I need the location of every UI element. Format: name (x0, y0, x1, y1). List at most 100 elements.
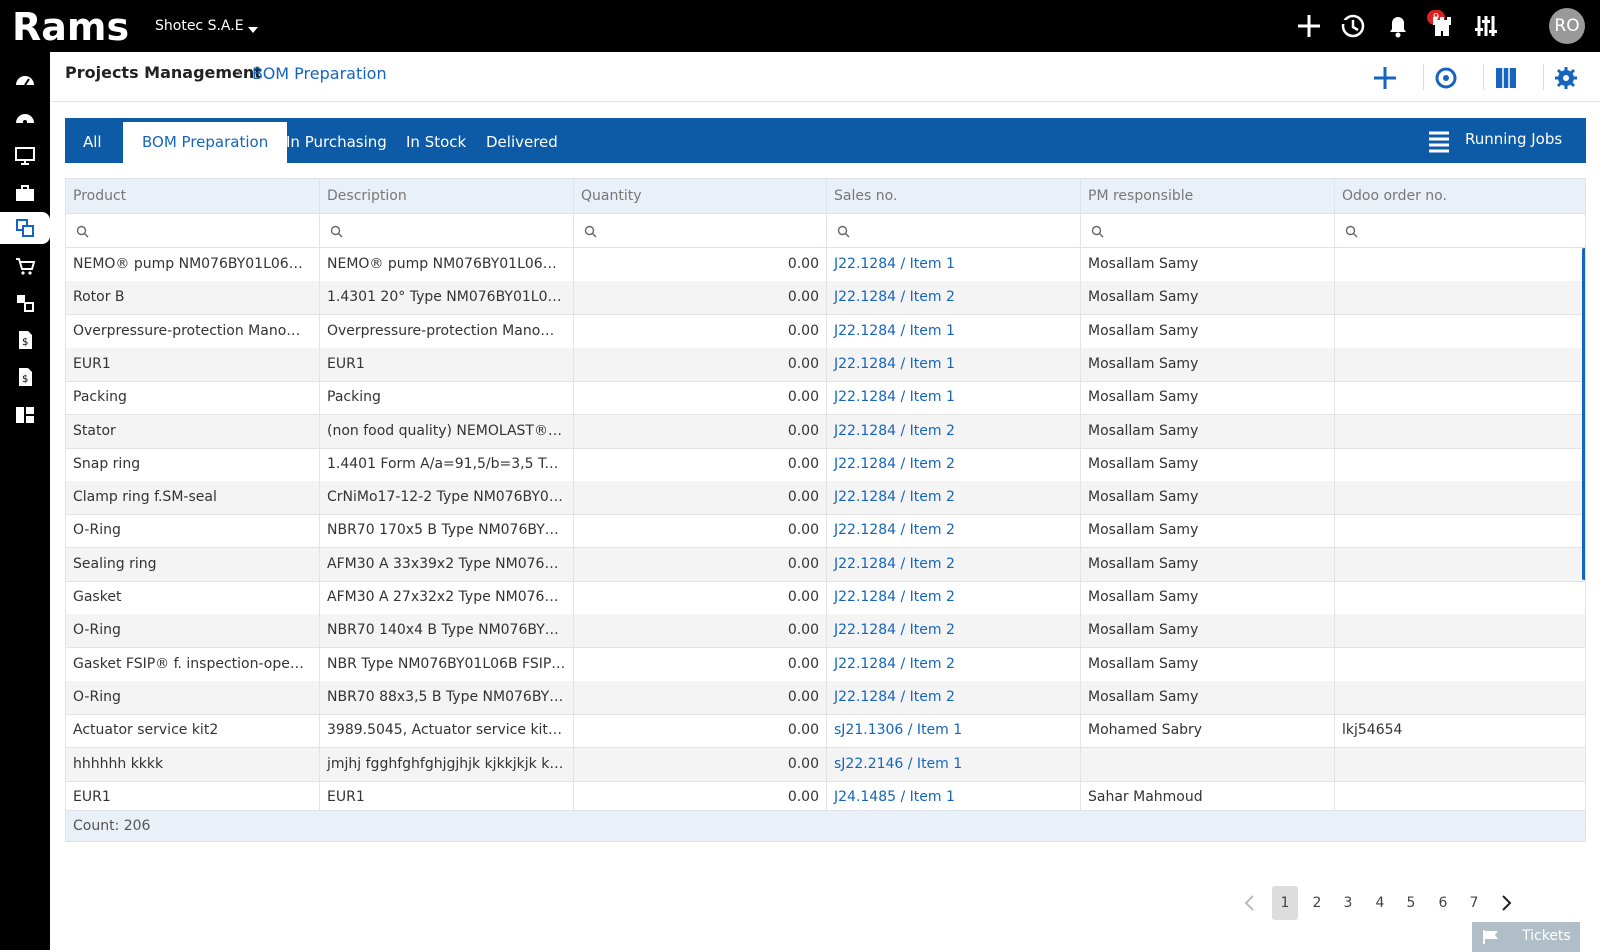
bell-icon[interactable] (1382, 10, 1414, 42)
table-row[interactable]: O-RingNBR70 88x3,5 B Type NM076BY01L06B0… (66, 680, 1585, 715)
table-row[interactable]: EUR1 EUR1 0.00 J22.1284 / Item 1 Mosallam Sa… (66, 347, 1585, 382)
column-header-product[interactable]: Product (66, 179, 320, 214)
breadcrumb-current[interactable]: BOM Preparation (252, 64, 387, 83)
page-2-button[interactable]: 2 (1304, 886, 1330, 920)
invoice-icon[interactable]: $ (0, 324, 50, 356)
tab-in-purchasing[interactable]: In Purchasing (267, 122, 406, 163)
add-icon[interactable] (1293, 10, 1325, 42)
page-7-button[interactable]: 7 (1461, 886, 1487, 920)
table-row[interactable]: Sealing ring AFM30 A 33x39x2 Type NM076BY… (66, 547, 1585, 582)
table-row[interactable]: Packing Packing 0.00 J22.1284 / Item 1 Mosal… (66, 381, 1585, 416)
next-page-icon[interactable] (1496, 893, 1516, 913)
refresh-icon[interactable] (1432, 64, 1460, 92)
table-row[interactable]: Snap ring 1.4401 Form A/a=91,5/b=3,5 Type… (66, 447, 1585, 482)
cell-quantity: 0.00 (574, 347, 827, 382)
filter-sales-input[interactable] (855, 218, 1074, 244)
filter-description-input[interactable] (348, 218, 567, 244)
cell-sales[interactable]: J22.1284 / Item 2 (827, 647, 1081, 682)
table-row[interactable]: Stator (non food quality) NEMOLAST®S61G 0.… (66, 414, 1585, 449)
cell-sales[interactable]: J22.1284 / Item 2 (827, 614, 1081, 649)
table-row[interactable]: Clamp ring f.SM-seal CrNiMo17-12-2 Type N… (66, 481, 1585, 516)
cell-sales[interactable]: J24.1485 / Item 1 (827, 780, 1081, 810)
cell-sales[interactable]: J22.1284 / Item 2 (827, 481, 1081, 516)
cell-sales[interactable]: J22.1284 / Item 2 (827, 414, 1081, 449)
tab-delivered[interactable]: Delivered (467, 122, 577, 163)
cell-quantity: 0.00 (574, 481, 827, 516)
billing-icon[interactable]: $ (0, 361, 50, 393)
projects-icon[interactable] (0, 212, 50, 244)
cell-sales[interactable]: sJ22.2146 / Item 1 (827, 747, 1081, 782)
table-row[interactable]: NEMO® pump NM076BY01L06B FSIP NEMO® pump … (66, 248, 1585, 282)
column-header-description[interactable]: Description (320, 179, 574, 214)
monitor-icon[interactable] (0, 140, 50, 172)
page-3-button[interactable]: 3 (1335, 886, 1361, 920)
rams-logo[interactable]: Rams (10, 5, 130, 49)
filter-odoo-input[interactable] (1363, 218, 1581, 244)
filter-product-input[interactable] (94, 218, 313, 244)
list-menu-icon[interactable] (1427, 129, 1451, 153)
filter-pm-input[interactable] (1109, 218, 1328, 244)
search-icon (837, 225, 850, 238)
cell-sales[interactable]: J22.1284 / Item 2 (827, 680, 1081, 715)
table-row[interactable]: Actuator service kit2 3989.5045, Actuator… (66, 714, 1585, 749)
dashboard-icon[interactable] (0, 64, 50, 96)
tickets-button[interactable]: Tickets (1472, 922, 1580, 952)
cell-product: Overpressure-protection Manometer (66, 314, 320, 349)
grid-rows: NEMO® pump NM076BY01L06B FSIP NEMO® pump … (66, 248, 1585, 810)
vertical-scrollbar[interactable] (1582, 248, 1585, 580)
cell-sales[interactable]: J22.1284 / Item 1 (827, 381, 1081, 416)
prev-page-icon[interactable] (1240, 893, 1260, 913)
gauge-icon[interactable] (0, 102, 50, 134)
castle-icon[interactable] (1426, 10, 1458, 42)
top-bar: Rams Shotec S.A.E 9 RO (0, 0, 1600, 52)
cell-sales[interactable]: J22.1284 / Item 2 (827, 581, 1081, 615)
cell-sales[interactable]: J22.1284 / Item 2 (827, 281, 1081, 316)
cell-sales[interactable]: J22.1284 / Item 1 (827, 347, 1081, 382)
cell-sales[interactable]: J22.1284 / Item 1 (827, 314, 1081, 349)
tab-bom-preparation[interactable]: BOM Preparation (123, 122, 288, 163)
briefcase-icon[interactable] (0, 177, 50, 209)
company-selector[interactable]: Shotec S.A.E (155, 18, 244, 34)
tab-all[interactable]: All (73, 122, 112, 163)
page-5-button[interactable]: 5 (1398, 886, 1424, 920)
cell-sales[interactable]: J22.1284 / Item 1 (827, 248, 1081, 282)
table-row[interactable]: Gasket FSIP® f. inspection-opening NBR Ty… (66, 647, 1585, 682)
table-row[interactable]: O-Ring NBR70 140x4 B Type NM076BY01L06B 0.… (66, 614, 1585, 649)
page-6-button[interactable]: 6 (1430, 886, 1456, 920)
cell-sales[interactable]: sJ21.1306 / Item 1 (827, 714, 1081, 749)
table-row[interactable]: hhhhhh kkkk jmjhj fgghfghfghjgjhjk kjkkjk… (66, 747, 1585, 782)
search-icon (1345, 225, 1358, 238)
caret-down-icon[interactable] (248, 27, 258, 33)
reports-icon[interactable] (0, 399, 50, 431)
cell-odoo: lkj54654 (1342, 722, 1403, 739)
cell-sales[interactable]: J22.1284 / Item 2 (827, 447, 1081, 482)
page-1-button[interactable]: 1 (1272, 886, 1298, 920)
cell-sales[interactable]: J22.1284 / Item 2 (827, 514, 1081, 549)
modules-icon[interactable] (0, 287, 50, 319)
cell-sales[interactable]: J22.1284 / Item 2 (827, 547, 1081, 582)
column-header-pm-responsible[interactable]: PM responsible (1081, 179, 1335, 214)
table-row[interactable]: EUR1 EUR1 0.00 J24.1485 / Item 1 Sahar Mahmo… (66, 780, 1585, 810)
column-header-odoo-order[interactable]: Odoo order no. (1335, 179, 1585, 214)
filter-quantity (574, 214, 827, 248)
cell-pm: Mosallam Samy (1081, 514, 1335, 549)
cell-pm: Mosallam Samy (1081, 581, 1335, 615)
table-row[interactable]: O-Ring NBR70 170x5 B Type NM076BY01L06B 0.… (66, 514, 1585, 549)
table-row[interactable]: GasketAFM30 A 27x32x2 Type NM076BY01L06B… (66, 581, 1585, 615)
filter-quantity-input[interactable] (602, 218, 820, 244)
column-header-sales-no[interactable]: Sales no. (827, 179, 1081, 214)
sliders-icon[interactable] (1470, 10, 1502, 42)
history-icon[interactable] (1337, 10, 1369, 42)
settings-gear-icon[interactable] (1552, 64, 1580, 92)
cart-icon[interactable] (0, 250, 50, 282)
table-row[interactable]: Rotor B 1.4301 20° Type NM076BY01L06B FSI… (66, 281, 1585, 316)
user-avatar[interactable]: RO (1549, 8, 1585, 44)
column-header-quantity[interactable]: Quantity (574, 179, 827, 214)
breadcrumb-root[interactable]: Projects Management (65, 63, 262, 82)
cell-odoo (1335, 681, 1585, 715)
page-4-button[interactable]: 4 (1367, 886, 1393, 920)
table-row[interactable]: Overpressure-protection Manometer Overpre… (66, 314, 1585, 349)
running-jobs-link[interactable]: Running Jobs (1465, 130, 1562, 148)
columns-icon[interactable] (1492, 64, 1520, 92)
add-record-icon[interactable] (1371, 64, 1399, 92)
